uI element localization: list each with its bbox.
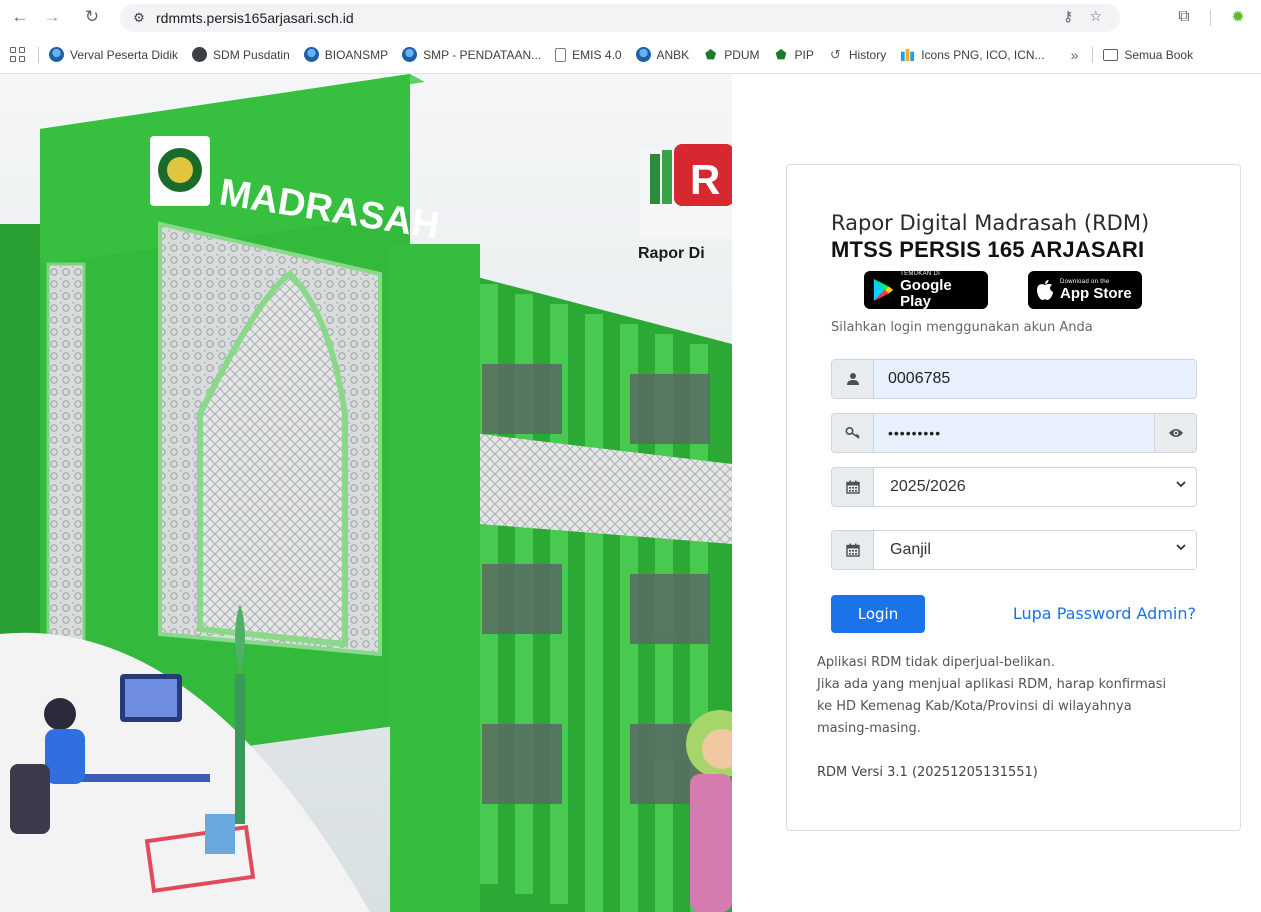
bookmark-label: SDM Pusdatin (213, 47, 290, 62)
student-girl-illustration (686, 710, 732, 912)
kemdikbud-icon (49, 47, 64, 62)
bookmarks-bar: Verval Peserta Didik SDM Pusdatin BIOANS… (0, 36, 1261, 74)
bookmark-label: Icons PNG, ICO, ICN... (921, 47, 1045, 62)
user-icon (832, 360, 874, 398)
academic-year-select[interactable]: 2025/2026 (831, 467, 1197, 507)
document-icon (555, 47, 567, 62)
username-input[interactable]: 0006785 (874, 360, 1196, 398)
forgot-password-link[interactable]: Lupa Password Admin? (1013, 604, 1196, 623)
bookmark-folder-all[interactable]: Semua Book (1103, 48, 1193, 62)
back-arrow-icon[interactable]: ← (8, 5, 32, 29)
login-column: Rapor Digital Madrasah (RDM) MTSS PERSIS… (732, 74, 1261, 912)
app-store-big-text: App Store (1060, 284, 1132, 302)
green-cap-icon: ⬟ (705, 46, 717, 62)
madrasah-building-illustration: MADRASAH R Rapor Di (0, 74, 732, 912)
toolbar-divider (1210, 10, 1211, 26)
calendar-icon (832, 468, 874, 506)
notice-line: Aplikasi RDM tidak diperjual-belikan. (817, 655, 1055, 670)
password-field[interactable]: ••••••••• (831, 413, 1197, 453)
semester-value[interactable]: Ganjil (874, 531, 1196, 569)
school-name: MTSS PERSIS 165 ARJASARI (831, 237, 1145, 262)
calendar-icon (832, 531, 874, 569)
bookmark-label: EMIS 4.0 (572, 47, 622, 62)
more-bookmarks-button[interactable]: » (1071, 47, 1079, 63)
kemdikbud-icon (402, 47, 418, 62)
show-password-eye-icon[interactable] (1154, 414, 1196, 452)
bookmark-label: PDUM (724, 47, 760, 62)
bookmark-label: PIP (794, 47, 814, 62)
site-info-icon[interactable]: ⚙ (128, 7, 150, 29)
bookmark-label: ANBK (656, 47, 690, 62)
rdm-logo-letter: R (690, 156, 720, 203)
apps-grid-icon[interactable] (10, 46, 26, 63)
green-cap-icon: ⬟ (775, 46, 787, 62)
google-play-button[interactable]: TEMUKAN DI Google Play (864, 271, 988, 309)
rdm-logo-text: Rapor Di (638, 245, 705, 262)
bookmark-pip[interactable]: ⬟ PIP (774, 47, 814, 62)
apple-icon (1037, 280, 1053, 300)
address-bar[interactable]: ⚙ rdmmts.persis165arjasari.sch.id ⚷ ☆ (120, 4, 1120, 32)
history-icon: ↺ (829, 46, 841, 62)
password-key-icon[interactable]: ⚷ (1063, 8, 1073, 25)
notice-line: masing-masing. (817, 721, 921, 736)
bookmarks-divider (38, 46, 39, 63)
bookmark-label: BIOANSMP (324, 47, 389, 62)
bookmark-label: History (848, 47, 887, 62)
notice-line: ke HD Kemenag Kab/Kota/Provinsi di wilay… (817, 699, 1132, 714)
bookmark-icons[interactable]: Icons PNG, ICO, ICN... (900, 47, 1045, 62)
icons8-icon (901, 48, 915, 62)
google-play-big-text: Google Play (900, 276, 952, 310)
semester-text: Ganjil (890, 541, 931, 558)
bookmark-anbk[interactable]: ANBK (635, 47, 690, 62)
extensions-puzzle-icon[interactable]: ⧉ (1172, 5, 1196, 29)
bookmark-emis[interactable]: EMIS 4.0 (555, 47, 622, 62)
login-instruction: Silahkan login menggunakan akun Anda (831, 320, 1093, 335)
app-version: RDM Versi 3.1 (20251205131551) (817, 765, 1038, 780)
folder-icon (1103, 48, 1119, 61)
kemdikbud-icon (303, 47, 319, 62)
bookmark-label: Verval Peserta Didik (70, 47, 179, 62)
bookmark-sdm[interactable]: SDM Pusdatin (192, 47, 290, 62)
chevron-down-icon (1176, 480, 1186, 491)
username-field[interactable]: 0006785 (831, 359, 1197, 399)
url-text[interactable]: rdmmts.persis165arjasari.sch.id (156, 10, 354, 26)
bookmark-bioansmp[interactable]: BIOANSMP (303, 47, 389, 62)
bookmark-star-icon[interactable]: ☆ (1089, 8, 1102, 25)
extension-icon[interactable]: ✹ (1226, 5, 1250, 29)
key-icon (832, 414, 874, 452)
login-card: Rapor Digital Madrasah (RDM) MTSS PERSIS… (786, 164, 1241, 831)
app-store-button[interactable]: Download on the App Store (1028, 271, 1142, 309)
kemdikbud-icon (635, 47, 651, 62)
browser-toolbar: ← → ↻ ⚙ rdmmts.persis165arjasari.sch.id … (0, 0, 1261, 36)
bookmarks-divider (1092, 46, 1094, 63)
reload-icon[interactable]: ↻ (80, 5, 104, 29)
dark-globe-icon (192, 47, 208, 62)
bookmark-label: SMP - PENDATAAN... (423, 47, 542, 62)
google-play-icon (873, 278, 894, 302)
notice-line: Jika ada yang menjual aplikasi RDM, hara… (817, 677, 1167, 692)
academic-year-text: 2025/2026 (890, 478, 966, 495)
academic-year-value[interactable]: 2025/2026 (874, 468, 1196, 506)
bookmark-history[interactable]: ↺ History (828, 47, 886, 62)
disclaimer-notice: Aplikasi RDM tidak diperjual-belikan. Ji… (817, 652, 1217, 740)
password-input[interactable]: ••••••••• (874, 414, 1154, 452)
bookmark-label: Semua Book (1124, 47, 1194, 62)
hero-illustration: MADRASAH R Rapor Di (0, 74, 732, 912)
semester-select[interactable]: Ganjil (831, 530, 1197, 570)
login-button[interactable]: Login (831, 595, 925, 633)
bookmark-pdum[interactable]: ⬟ PDUM (703, 46, 760, 62)
bookmark-smp-pendataan[interactable]: SMP - PENDATAAN... (402, 47, 541, 62)
forward-arrow-icon[interactable]: → (40, 5, 64, 29)
chevron-down-icon (1176, 543, 1186, 554)
app-title: Rapor Digital Madrasah (RDM) (831, 211, 1150, 235)
bookmark-verval[interactable]: Verval Peserta Didik (49, 47, 178, 62)
